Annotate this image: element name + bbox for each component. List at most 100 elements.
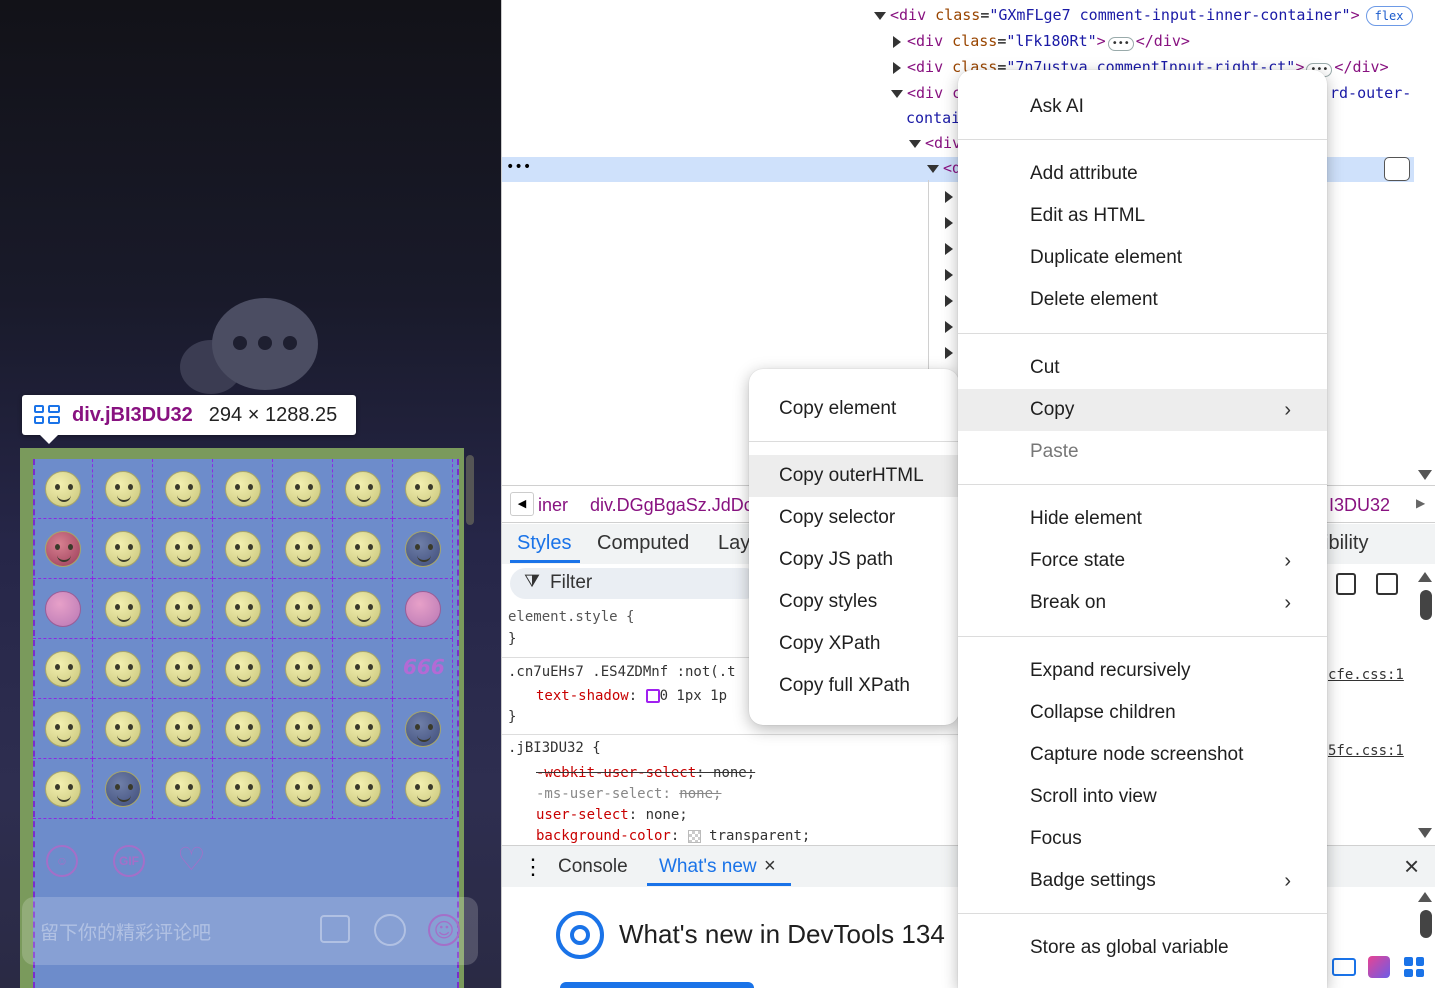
menu-item-break-on[interactable]: Break on › bbox=[958, 582, 1327, 624]
emoji-cell[interactable] bbox=[153, 699, 213, 759]
drawer-scrollbar[interactable] bbox=[1420, 910, 1432, 938]
menu-item-scroll-into-view[interactable]: Scroll into view bbox=[958, 776, 1327, 818]
emoji-cell[interactable] bbox=[213, 699, 273, 759]
expand-arrow-icon[interactable] bbox=[945, 320, 953, 333]
close-drawer-icon[interactable]: × bbox=[1404, 851, 1419, 882]
emoji-cell[interactable] bbox=[273, 639, 333, 699]
emoji-cell[interactable] bbox=[273, 519, 333, 579]
emoji-cell[interactable] bbox=[33, 639, 93, 699]
emoji-cell[interactable] bbox=[273, 759, 333, 819]
expand-arrow-icon[interactable] bbox=[945, 268, 953, 281]
menu-item-copy-selector[interactable]: Copy selector bbox=[749, 497, 959, 539]
menu-item-copy-js-path[interactable]: Copy JS path bbox=[749, 539, 959, 581]
tree-line-2[interactable]: <div class="lFk180Rt"> ••• </div> bbox=[893, 32, 1190, 51]
rule-selector[interactable]: element.style { bbox=[508, 609, 634, 625]
expand-arrow-icon[interactable] bbox=[945, 190, 953, 203]
emoji-cell[interactable] bbox=[213, 519, 273, 579]
menu-item-edit-as-html[interactable]: Edit as HTML bbox=[958, 195, 1327, 237]
heart-tab-icon[interactable]: ♡ bbox=[177, 843, 206, 875]
breadcrumb-item[interactable]: div.DGgBgaSz.JdDc bbox=[590, 495, 753, 516]
expand-arrow-icon[interactable] bbox=[945, 242, 953, 255]
emoji-cell[interactable] bbox=[213, 759, 273, 819]
styles-filter-input[interactable]: ⧩ Filter bbox=[510, 568, 760, 599]
menu-item-add-attribute[interactable]: Add attribute bbox=[958, 153, 1327, 195]
gif-tab-icon[interactable]: GIF bbox=[113, 845, 145, 877]
flex-badge[interactable]: flex bbox=[1365, 6, 1413, 26]
emoji-cell[interactable] bbox=[393, 759, 453, 819]
emoji-cell[interactable] bbox=[93, 639, 153, 699]
image-upload-icon[interactable] bbox=[320, 915, 350, 943]
rule-selector[interactable]: .cn7uEHs7 .ES4ZDMnf :not(.t bbox=[508, 664, 736, 680]
emoji-cell[interactable] bbox=[93, 579, 153, 639]
tree-line-4[interactable]: <div c bbox=[891, 84, 961, 102]
emoji-cell[interactable] bbox=[153, 519, 213, 579]
collapse-arrow-icon[interactable] bbox=[909, 139, 921, 148]
drawer-menu-icon[interactable]: ⋮ bbox=[522, 854, 544, 880]
emoji-cell[interactable] bbox=[333, 579, 393, 639]
paint-brush-icon[interactable] bbox=[1336, 573, 1356, 595]
color-swatch-icon[interactable] bbox=[645, 689, 660, 703]
emoji-cell[interactable] bbox=[213, 459, 273, 519]
expand-arrow-icon[interactable] bbox=[893, 61, 901, 74]
menu-item-capture-node-screenshot[interactable]: Capture node screenshot bbox=[958, 734, 1327, 776]
emoji-cell[interactable] bbox=[33, 579, 93, 639]
emoji-cell[interactable] bbox=[153, 459, 213, 519]
tab-styles[interactable]: Styles bbox=[517, 532, 571, 555]
breadcrumb-forward-icon[interactable]: ▶ bbox=[1416, 496, 1425, 510]
menu-item-copy[interactable]: Copy › bbox=[958, 389, 1327, 431]
emoji-cell[interactable] bbox=[93, 519, 153, 579]
expand-arrow-icon[interactable] bbox=[945, 294, 953, 307]
menu-item-badge-settings[interactable]: Badge settings › bbox=[958, 860, 1327, 902]
collapse-arrow-icon[interactable] bbox=[927, 164, 939, 173]
mention-icon[interactable] bbox=[374, 914, 406, 946]
collapse-arrow-icon[interactable] bbox=[874, 11, 886, 20]
collapsed-content-icon[interactable]: ••• bbox=[1107, 37, 1134, 51]
rule-declaration[interactable]: user-select: none; bbox=[536, 807, 688, 823]
toggle-sidebar-icon[interactable] bbox=[1376, 573, 1398, 595]
menu-item-copy-xpath[interactable]: Copy XPath bbox=[749, 623, 959, 665]
menu-item-hide-element[interactable]: Hide element bbox=[958, 498, 1327, 540]
emoji-cell[interactable] bbox=[393, 459, 453, 519]
rule-declaration[interactable]: background-color: transparent; bbox=[536, 828, 810, 844]
menu-item-ask-ai[interactable]: Ask AI bbox=[958, 86, 1327, 128]
menu-item-force-state[interactable]: Force state › bbox=[958, 540, 1327, 582]
emoji-cell[interactable] bbox=[273, 699, 333, 759]
menu-item-expand-recursively[interactable]: Expand recursively bbox=[958, 650, 1327, 692]
rule-selector[interactable]: .jBI3DU32 { bbox=[508, 740, 601, 756]
apps-grid-icon[interactable] bbox=[1404, 957, 1424, 977]
rule-source-link[interactable]: 5fc.css:1 bbox=[1328, 743, 1404, 759]
emoji-cell[interactable] bbox=[33, 459, 93, 519]
breadcrumb-item[interactable]: iner bbox=[538, 495, 568, 516]
breadcrumb-item-current[interactable]: I3DU32 bbox=[1329, 495, 1390, 516]
drawer-scroll-up-icon[interactable] bbox=[1418, 892, 1432, 902]
menu-item-cut[interactable]: Cut bbox=[958, 347, 1327, 389]
emoji-cell[interactable] bbox=[33, 519, 93, 579]
emoji-cell[interactable] bbox=[153, 759, 213, 819]
emoji-cell[interactable] bbox=[153, 579, 213, 639]
emoji-cell[interactable] bbox=[393, 519, 453, 579]
menu-item-store-as-global-variable[interactable]: Store as global variable bbox=[958, 927, 1327, 969]
menu-item-delete-element[interactable]: Delete element bbox=[958, 279, 1327, 321]
rule-declaration[interactable]: text-shadow: 0 1px 1p bbox=[536, 688, 727, 704]
emoji-cell[interactable] bbox=[33, 759, 93, 819]
breadcrumb-back-icon[interactable]: ◀ bbox=[510, 492, 534, 516]
tab-whats-new[interactable]: What's new bbox=[659, 856, 757, 878]
menu-item-collapse-children[interactable]: Collapse children bbox=[958, 692, 1327, 734]
tree-scroll-down-icon[interactable] bbox=[1418, 470, 1432, 480]
menu-item-focus[interactable]: Focus bbox=[958, 818, 1327, 860]
emoji-cell[interactable] bbox=[93, 759, 153, 819]
emoji-cell[interactable] bbox=[393, 579, 453, 639]
tab-computed[interactable]: Computed bbox=[597, 532, 689, 555]
keyboard-icon[interactable] bbox=[1332, 958, 1356, 976]
emoji-panel-scrollbar[interactable] bbox=[466, 455, 474, 525]
styles-scrollbar[interactable] bbox=[1420, 590, 1432, 620]
emoji-cell[interactable] bbox=[333, 759, 393, 819]
emoji-cell[interactable] bbox=[393, 699, 453, 759]
menu-item-copy-outerhtml[interactable]: Copy outerHTML bbox=[749, 455, 959, 497]
emoji-cell[interactable] bbox=[153, 639, 213, 699]
emoji-cell[interactable] bbox=[93, 699, 153, 759]
emoji-cell[interactable] bbox=[273, 579, 333, 639]
tree-line-7[interactable]: <d bbox=[927, 159, 961, 177]
colorful-app-icon[interactable] bbox=[1368, 956, 1390, 978]
emoji-tab-icon[interactable]: ☺ bbox=[46, 845, 78, 877]
